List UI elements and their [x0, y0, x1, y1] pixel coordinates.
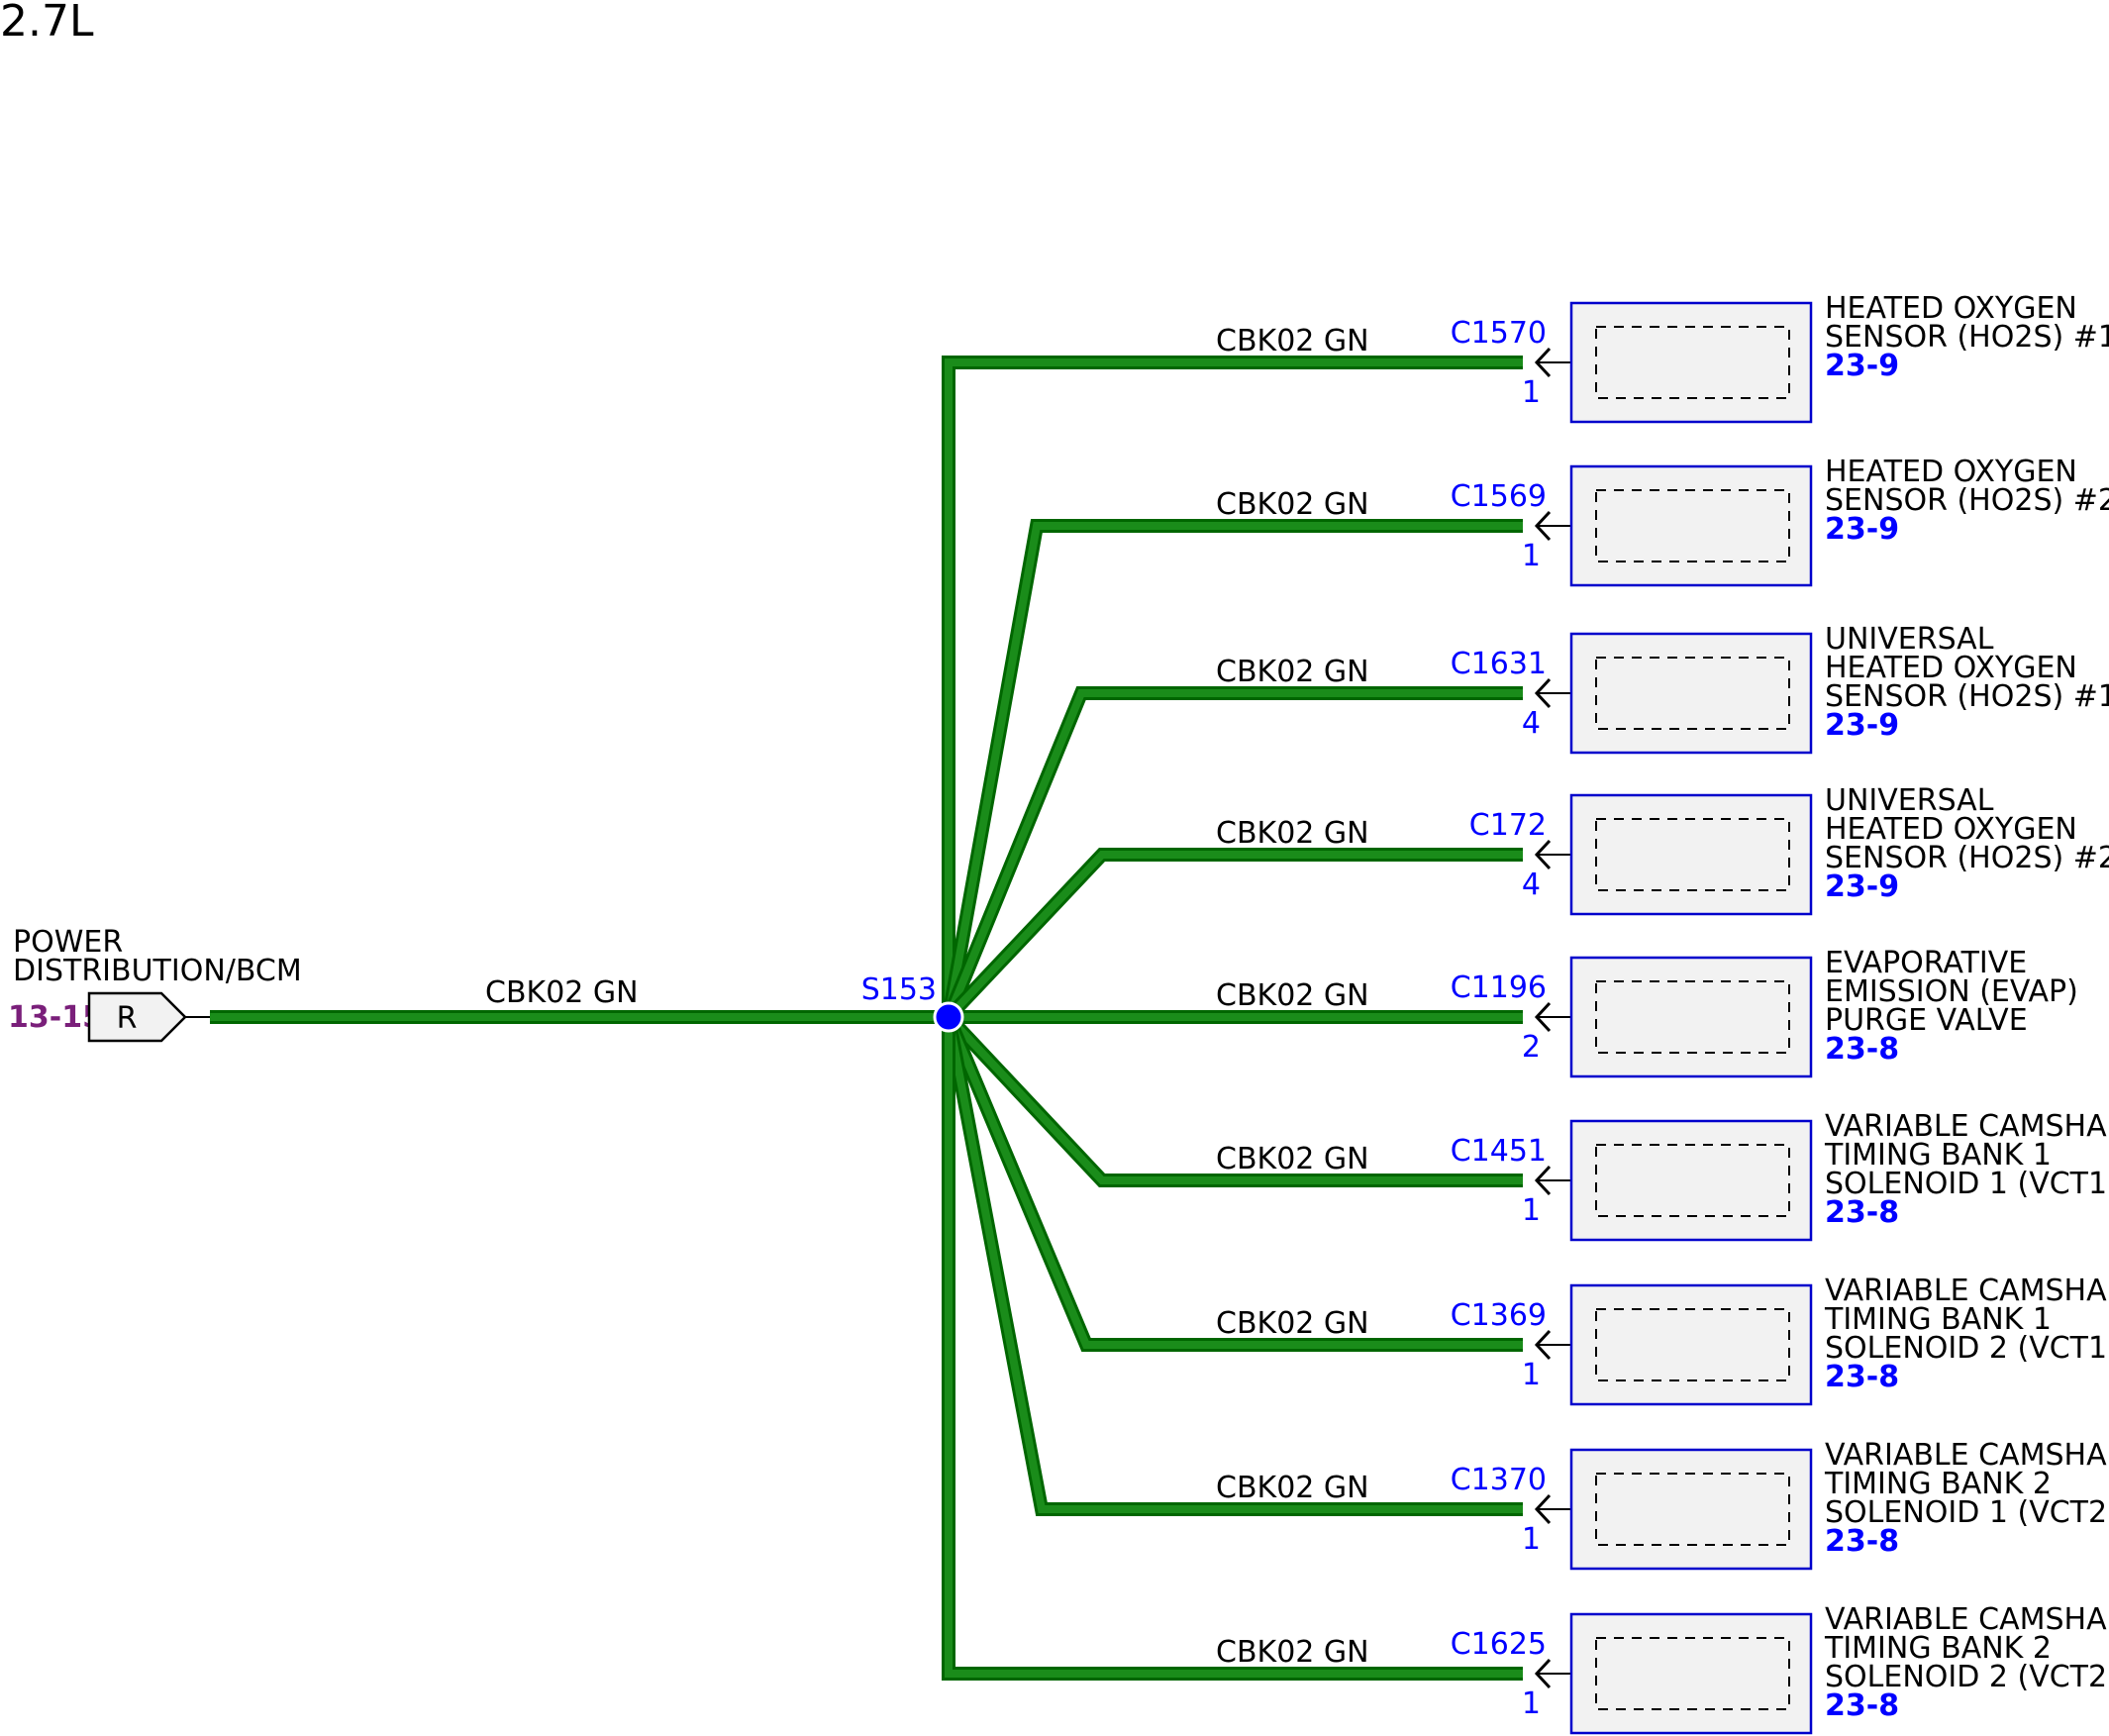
connector-pin: 1	[1522, 539, 1541, 573]
component-page-ref: 23-9	[1825, 512, 1899, 547]
branch-components: CBK02 GN C15701HEATED OXYGENSENSOR (HO2S)…	[1216, 291, 2109, 1735]
component-page-ref: 23-8	[1825, 1524, 1899, 1559]
source-name-line: DISTRIBUTION/BCM	[13, 954, 302, 988]
component-box	[1569, 1448, 1813, 1571]
component-box	[1569, 301, 1813, 424]
component-box	[1569, 1119, 1813, 1242]
branch-wire-label: CBK02 GN	[1216, 324, 1369, 358]
connector-pin: 2	[1522, 1030, 1541, 1065]
connector-id: C172	[1469, 808, 1547, 843]
component-box	[1569, 793, 1813, 916]
branch-row: CBK02 GNC14511VARIABLE CAMSHAFTTIMING BA…	[1216, 1109, 2109, 1242]
branch-wire-core	[945, 522, 1523, 1018]
component-page-ref: 23-8	[1825, 1195, 1899, 1230]
branch-wire-label: CBK02 GN	[1216, 816, 1369, 851]
branch-wire-label: CBK02 GN	[1216, 1635, 1369, 1670]
connector-id: C1369	[1451, 1298, 1547, 1333]
branch-wire	[942, 519, 1523, 1019]
branch-wire-label: CBK02 GN	[1216, 978, 1369, 1013]
connector-id: C1570	[1451, 316, 1547, 351]
component-box	[1569, 1612, 1813, 1735]
branch-row: CBK02 GN C15701HEATED OXYGENSENSOR (HO2S)…	[1216, 291, 2109, 424]
connector-pin: 1	[1522, 1686, 1541, 1721]
connector-pin: 1	[1522, 1193, 1541, 1228]
branch-row: CBK02 GN C1724UNIVERSALHEATED OXYGENSENSO…	[1216, 783, 2109, 916]
component-page-ref: 23-8	[1825, 1032, 1899, 1067]
branch-wire-label: CBK02 GN	[1216, 655, 1369, 689]
branch-row: CBK02 GN C16314UNIVERSALHEATED OXYGENSENS…	[1216, 622, 2109, 755]
component-box	[1569, 1283, 1813, 1406]
connector-id: C1569	[1451, 479, 1547, 514]
component-page-ref: 23-9	[1825, 349, 1899, 383]
branch-row: CBK02 GNC13701VARIABLE CAMSHAFTTIMING BA…	[1216, 1438, 2109, 1571]
component-box	[1569, 464, 1813, 587]
connector-id: C1631	[1451, 647, 1547, 681]
branch-wire-label: CBK02 GN	[1216, 487, 1369, 522]
component-page-ref: 23-8	[1825, 1688, 1899, 1723]
component-page-ref: 23-9	[1825, 708, 1899, 743]
component-page-ref: 23-8	[1825, 1360, 1899, 1394]
connector-pin: 1	[1522, 1522, 1541, 1557]
connector-pin: 1	[1522, 1358, 1541, 1392]
connector-id: C1451	[1451, 1134, 1547, 1169]
branch-row: CBK02 GNC13691VARIABLE CAMSHAFTTIMING BA…	[1216, 1274, 2109, 1406]
branch-row: CBK02 GN C11962EVAPORATIVEEMISSION (EVAP)…	[1216, 946, 2078, 1078]
splice-dot-icon	[933, 1001, 964, 1033]
diagram-title: 2.7L	[0, 0, 94, 47]
branch-wire-label: CBK02 GN	[1216, 1306, 1369, 1341]
connector-pin: 1	[1522, 375, 1541, 410]
connector-pin: 4	[1522, 868, 1541, 902]
branch-row: CBK02 GNC16251VARIABLE CAMSHAFTTIMING BA…	[1216, 1602, 2109, 1735]
branch-wire-label: CBK02 GN	[1216, 1471, 1369, 1505]
connector-id: C1370	[1451, 1463, 1547, 1497]
connector-id: C1196	[1451, 970, 1547, 1005]
source-connector-icon	[87, 991, 187, 1043]
component-box	[1569, 956, 1813, 1078]
connector-id: C1625	[1451, 1627, 1547, 1662]
wiring-diagram: 2.7L POWERDISTRIBUTION/BCM13-15 RCBK02 GN…	[0, 0, 2109, 1735]
branch-wire	[942, 1015, 1523, 1516]
component-box	[1569, 632, 1813, 755]
branch-wire-label: CBK02 GN	[1216, 1142, 1369, 1176]
branch-row: CBK02 GN C15691HEATED OXYGENSENSOR (HO2S)…	[1216, 455, 2109, 587]
connector-pin: 4	[1522, 706, 1541, 741]
source-wire-label: CBK02 GN	[485, 975, 639, 1010]
splice-label: S153	[861, 972, 937, 1007]
component-page-ref: 23-9	[1825, 869, 1899, 904]
source-connector-label: R	[117, 1001, 138, 1036]
